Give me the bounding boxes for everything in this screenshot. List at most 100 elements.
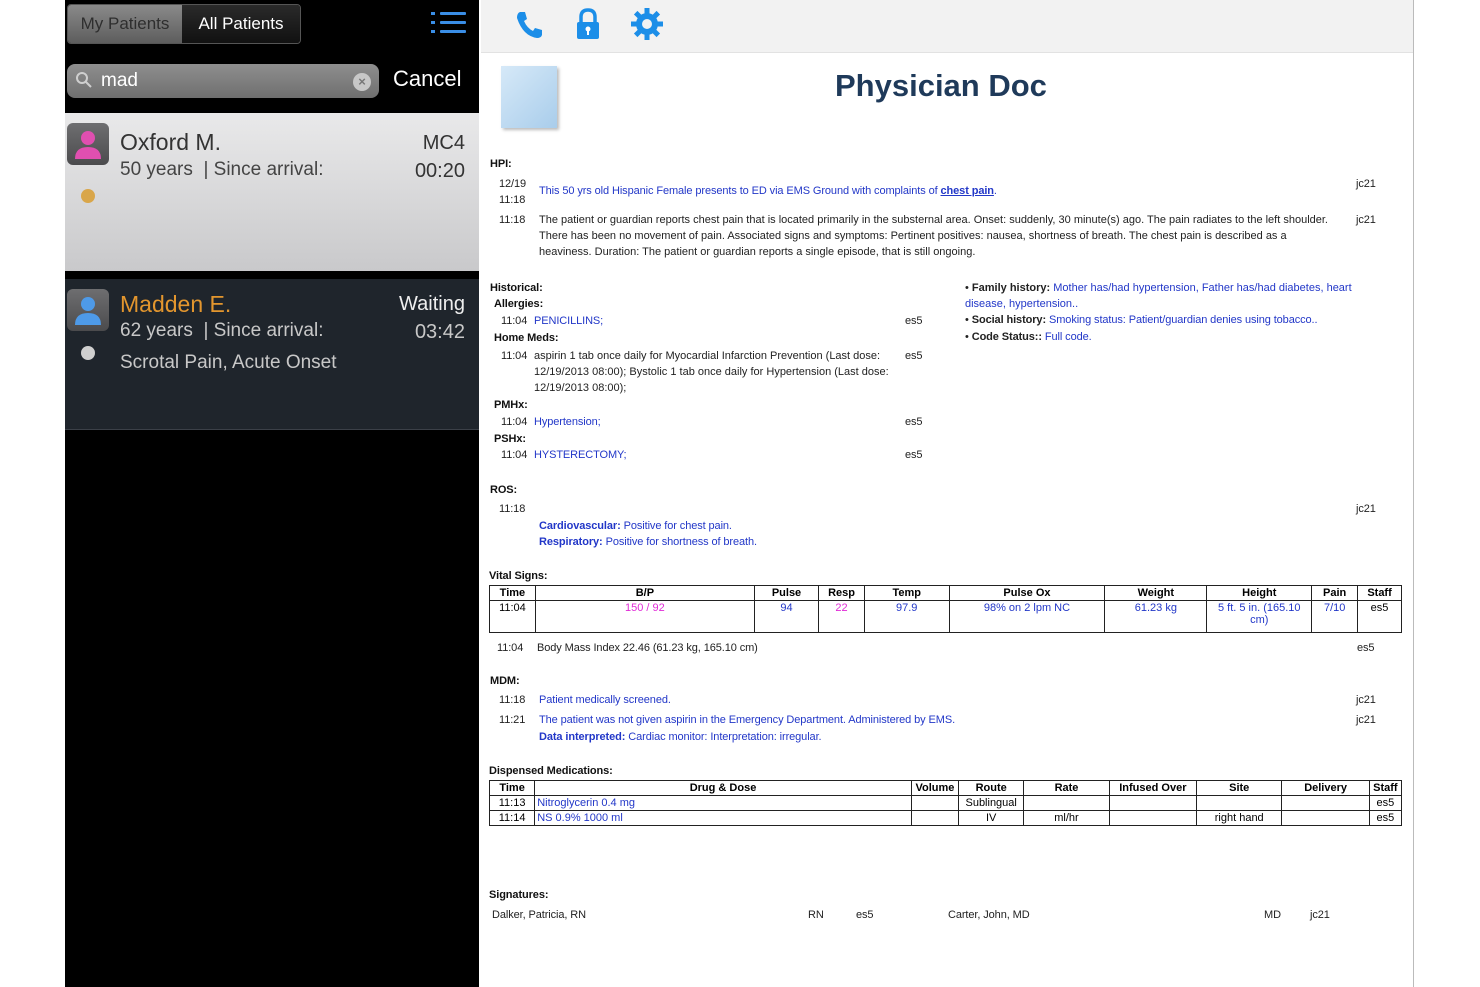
clear-search-icon[interactable]: × — [353, 73, 371, 91]
vitals-header: Pain — [1311, 585, 1359, 601]
staff-code: jc21 — [1356, 503, 1376, 515]
hpi-label: HPI: — [490, 158, 512, 170]
meds-cell: 11:14 — [488, 810, 536, 826]
pshx-entry: HYSTERECTOMY; — [534, 449, 627, 461]
vitals-header: Height — [1206, 585, 1313, 601]
meds-cell: 11:13 — [488, 795, 536, 811]
vitals-cell: 7/10 — [1311, 600, 1359, 633]
patient-name: Madden E. — [120, 291, 232, 317]
family-history: • Family history: Mother has/had hyperte… — [965, 282, 1352, 310]
female-avatar-icon — [67, 123, 109, 165]
gear-icon[interactable] — [629, 6, 665, 42]
document-thumbnail[interactable] — [501, 66, 557, 128]
staff-code: jc21 — [1356, 178, 1376, 190]
entry-time: 11:04 — [501, 449, 528, 461]
meds-header: Infused Over — [1108, 780, 1198, 796]
social-history: • Social history: Smoking status: Patien… — [965, 314, 1318, 326]
staff-code: jc21 — [1356, 214, 1376, 226]
staff-code: es5 — [905, 449, 923, 461]
signature-name: Dalker, Patricia, RN — [492, 909, 586, 921]
signature-role: MD — [1264, 909, 1281, 921]
meds-cell: IV — [958, 810, 1025, 826]
meds-header: Volume — [910, 780, 960, 796]
chief-complaint: Scrotal Pain, Acute Onset — [120, 352, 337, 373]
vitals-cell: 61.23 kg — [1104, 600, 1208, 633]
allergies-entry: PENICILLINS; — [534, 315, 604, 327]
mdm-entry: Patient medically screened. — [539, 694, 671, 706]
entry-time: 11:21 — [499, 714, 526, 726]
hpi-entry: This 50 yrs old Hispanic Female presents… — [539, 185, 997, 197]
signatures-label: Signatures: — [489, 889, 549, 901]
patient-location: Waiting — [399, 293, 465, 315]
tab-all-patients[interactable]: All Patients — [182, 5, 300, 43]
patient-card[interactable]: Oxford M. 50 years | Since arrival: MC4 … — [65, 113, 479, 271]
entry-time: 11:18 — [499, 503, 526, 515]
search-input[interactable] — [101, 64, 341, 98]
meds-cell — [910, 795, 960, 811]
meds-cell: Sublingual — [958, 795, 1025, 811]
mdm-label: MDM: — [490, 675, 520, 687]
cancel-search-button[interactable]: Cancel — [393, 66, 461, 92]
vitals-header: B/P — [534, 585, 755, 601]
meds-cell: es5 — [1368, 810, 1403, 826]
meds-header: Site — [1196, 780, 1283, 796]
hpi-entry: The patient or guardian reports chest pa… — [539, 214, 1328, 258]
lock-icon[interactable] — [570, 6, 606, 42]
app-window: My Patients All Patients × Cancel — [0, 0, 1480, 987]
patient-age-arrival: 50 years | Since arrival: — [120, 159, 324, 180]
table-row: 11:14 NS 0.9% 1000 ml IV ml/hr right han… — [488, 810, 1403, 826]
meds-cell: right hand — [1196, 810, 1283, 826]
meds-header: Delivery — [1281, 780, 1370, 796]
meds-cell — [1281, 810, 1370, 826]
entry-time: 11:18 — [499, 694, 526, 706]
ros-respiratory: Respiratory: Positive for shortness of b… — [539, 536, 757, 548]
vitals-header: Weight — [1104, 585, 1208, 601]
entry-time: 11:04 — [501, 350, 528, 362]
vitals-cell: 11:04 — [489, 600, 536, 633]
meds-header: Route — [958, 780, 1025, 796]
meds-header: Time — [488, 780, 536, 796]
table-row: 11:04 150 / 92 94 22 97.9 98% on 2 lpm N… — [489, 600, 1402, 633]
pmhx-label: PMHx: — [494, 399, 528, 411]
staff-code: es5 — [905, 416, 923, 428]
search-icon — [76, 72, 92, 88]
patient-age-arrival: 62 years | Since arrival: — [120, 320, 324, 341]
patient-card[interactable]: Madden E. 62 years | Since arrival: Wait… — [65, 279, 479, 430]
meds-cell: es5 — [1368, 795, 1403, 811]
status-dot — [81, 189, 95, 203]
entry-time: 11:04 — [501, 315, 528, 327]
ros-label: ROS: — [490, 484, 518, 496]
staff-code: es5 — [1357, 642, 1375, 654]
dispensed-meds-label: Dispensed Medications: — [489, 765, 613, 777]
page-title: Physician Doc — [835, 68, 1047, 103]
patient-name: Oxford M. — [120, 129, 221, 155]
meds-header: Rate — [1023, 780, 1110, 796]
home-meds-entry: aspirin 1 tab once daily for Myocardial … — [534, 350, 889, 394]
ros-cardiovascular: Cardiovascular: Positive for chest pain. — [539, 520, 732, 532]
meds-cell — [910, 810, 960, 826]
vitals-cell: 5 ft. 5 in. (165.10 cm) — [1206, 600, 1313, 633]
vital-signs-table: Time B/P Pulse Resp Temp Pulse Ox Weight… — [489, 585, 1402, 633]
allergies-label: Allergies: — [494, 298, 544, 310]
patient-location: MC4 — [422, 132, 465, 154]
vitals-header: Time — [489, 585, 536, 601]
meds-header: Staff — [1368, 780, 1403, 796]
vitals-header: Pulse Ox — [948, 585, 1106, 601]
phone-icon[interactable] — [511, 6, 547, 42]
tab-my-patients[interactable]: My Patients — [68, 5, 182, 43]
vitals-header: Staff — [1357, 585, 1402, 601]
staff-code: es5 — [905, 350, 923, 362]
hpi-time: 11:18 — [499, 194, 526, 206]
patient-list-panel: My Patients All Patients × Cancel — [65, 0, 479, 987]
meds-cell — [1108, 795, 1198, 811]
table-row: 11:13 Nitroglycerin 0.4 mg Sublingual es… — [488, 795, 1403, 811]
home-meds-label: Home Meds: — [494, 332, 559, 344]
status-dot — [81, 346, 95, 360]
list-menu-icon[interactable] — [431, 8, 467, 38]
time-since-arrival: 03:42 — [414, 321, 465, 343]
search-bar: × — [67, 64, 379, 98]
meds-cell: Nitroglycerin 0.4 mg — [534, 795, 912, 811]
meds-cell: ml/hr — [1023, 810, 1110, 826]
patient-filter-segment: My Patients All Patients — [67, 4, 301, 44]
staff-code: jc21 — [1356, 694, 1376, 706]
